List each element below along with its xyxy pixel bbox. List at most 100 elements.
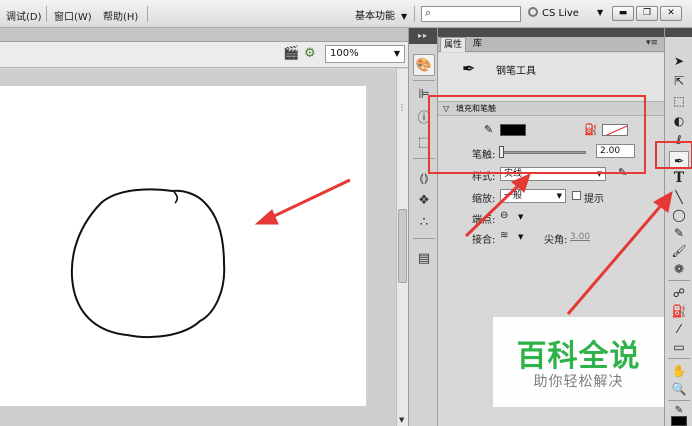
zoom-tool-icon[interactable]: 🔍 <box>669 380 689 398</box>
edit-scene-icon[interactable]: 🎬 <box>283 46 299 61</box>
menu-debug[interactable]: 调试(D) <box>6 8 42 23</box>
hand-tool-icon[interactable]: ✋ <box>669 362 689 380</box>
library-icon[interactable]: ▤ <box>413 248 435 270</box>
minimize-button[interactable]: ▬ <box>612 6 634 21</box>
menu-divider <box>46 6 47 22</box>
expand-panels-icon[interactable]: ▸▸ <box>409 28 437 44</box>
text-tool-icon[interactable]: T <box>669 169 689 187</box>
watermark-logo: 百科全说 助你轻松解决 <box>493 317 664 407</box>
search-icon: ⌕ <box>425 6 432 19</box>
collapse-triangle-icon: ▽ <box>443 104 450 113</box>
tool-name: 钢笔工具 <box>496 66 536 77</box>
scroll-down-arrow-icon[interactable]: ▼ <box>399 416 404 424</box>
stage-canvas[interactable] <box>0 86 366 406</box>
stroke-width-input[interactable]: 2.00 <box>596 144 635 158</box>
menu-divider <box>147 6 148 22</box>
scale-select[interactable]: 一般 ▼ <box>500 189 566 203</box>
paint-bucket-icon: ⛽ <box>584 123 598 136</box>
tools-divider <box>668 280 690 281</box>
motion-presets-icon[interactable]: ∴ <box>413 212 435 234</box>
stroke-color-chip[interactable] <box>671 416 687 426</box>
selection-tool-icon[interactable]: ➤ <box>669 52 689 70</box>
chevron-down-icon: ▼ <box>393 49 400 58</box>
cs-live-button[interactable]: CS Live <box>528 7 579 19</box>
eyedropper-tool-icon[interactable]: ⁄ <box>669 320 689 338</box>
section-title: 填充和笔触 <box>456 104 496 113</box>
deco-tool-icon[interactable]: ❁ <box>669 260 689 278</box>
stroke-color-swatch[interactable] <box>500 124 526 136</box>
watermark-subtitle: 助你轻松解决 <box>533 374 624 390</box>
subselection-tool-icon[interactable]: ⇱ <box>669 72 689 90</box>
chevron-down-icon[interactable]: ▼ <box>518 213 523 221</box>
zoom-select[interactable]: 100% ▼ <box>325 45 405 63</box>
pen-tool-icon: ✒ <box>462 59 476 78</box>
panel-menu-icon[interactable]: ▾≡ <box>646 38 658 48</box>
join-label: 接合: <box>472 235 496 246</box>
stroke-slider[interactable] <box>500 151 586 154</box>
close-button[interactable]: ✕ <box>660 6 682 21</box>
line-tool-icon[interactable]: ╲ <box>669 188 689 206</box>
window-controls: ▬ ❐ ✕ <box>612 6 682 22</box>
components-icon[interactable]: ❖ <box>413 190 435 212</box>
paint-bucket-tool-icon[interactable]: ⛽ <box>669 302 689 320</box>
hint-label: 提示 <box>584 194 604 205</box>
chevron-down-icon: ▼ <box>556 192 562 200</box>
hint-checkbox[interactable] <box>572 191 581 200</box>
code-snippets-icon[interactable]: ⦅⦆ <box>413 168 435 190</box>
menu-bar: 调试(D) 窗口(W) 帮助(H) 基本功能 ▼ ⌕ CS Live ▼ ▬ ❐ … <box>0 0 692 28</box>
menu-help[interactable]: 帮助(H) <box>103 8 138 23</box>
cs-live-label: CS Live <box>542 8 579 19</box>
free-transform-tool-icon[interactable]: ⬚ <box>669 92 689 110</box>
panel-drag-bar[interactable] <box>438 28 664 37</box>
eraser-tool-icon[interactable]: ▭ <box>669 338 689 356</box>
tab-properties[interactable]: 属性 <box>440 37 467 52</box>
3d-rotation-tool-icon[interactable]: ◐ <box>669 112 689 130</box>
bone-tool-icon[interactable]: ☍ <box>669 284 689 302</box>
restore-button[interactable]: ❐ <box>636 6 658 21</box>
pen-tool-icon[interactable]: ✒ <box>669 151 689 169</box>
splitter-grip-icon: ⋮ <box>398 103 406 112</box>
vertical-scrollbar[interactable]: ⋮ ▼ <box>396 69 408 426</box>
workspace-switcher[interactable]: 基本功能 ▼ <box>355 7 407 22</box>
cap-style-icon[interactable]: ⊖ <box>500 210 508 221</box>
tools-panel: ➤ ⇱ ⬚ ◐ ℓ ✒ T ╲ ◯ ✎ 🖌 ❁ ☍ ⛽ ⁄ ▭ ✋ 🔍 ✎ <box>664 28 692 426</box>
scale-value: 一般 <box>504 191 523 201</box>
workspace-label: 基本功能 <box>355 11 395 22</box>
edit-stroke-style-icon[interactable]: ✎ <box>618 166 627 179</box>
tab-library[interactable]: 库 <box>470 37 485 52</box>
panel-drag-bar[interactable] <box>665 28 692 37</box>
fill-color-swatch[interactable] <box>602 124 628 136</box>
transform-icon[interactable]: ⬚ <box>413 132 435 154</box>
chevron-down-icon[interactable]: ▼ <box>518 233 523 241</box>
scale-label: 缩放: <box>472 194 496 205</box>
miter-label: 尖角: <box>544 235 568 246</box>
tools-divider <box>668 400 690 401</box>
strip-divider <box>413 158 435 159</box>
scrollbar-thumb[interactable] <box>398 209 407 283</box>
align-icon[interactable]: ⊫ <box>413 84 435 106</box>
join-style-icon[interactable]: ≋ <box>500 230 508 241</box>
menu-window[interactable]: 窗口(W) <box>54 8 92 23</box>
brush-tool-icon[interactable]: 🖌 <box>669 242 689 260</box>
stroke-style-value: 实线 <box>504 169 523 179</box>
zoom-value: 100% <box>330 48 359 59</box>
collapsed-panel-strip: ▸▸ 🎨 ⊫ ⓘ ⬚ ⦅⦆ ❖ ∴ ▤ <box>408 28 438 426</box>
lasso-tool-icon[interactable]: ℓ <box>669 131 689 149</box>
miter-input[interactable]: 3.00 <box>570 232 590 242</box>
strip-divider <box>413 80 435 81</box>
color-icon[interactable]: 🎨 <box>413 54 435 76</box>
edit-bar: 🎬 ⚙ 100% ▼ <box>0 42 408 68</box>
stroke-style-select[interactable]: 实线 ▼ <box>500 167 606 181</box>
help-search-input[interactable]: ⌕ <box>421 6 521 22</box>
fill-stroke-section[interactable]: ▽ 填充和笔触 <box>438 101 664 116</box>
tools-divider <box>668 358 690 359</box>
pencil-tool-icon[interactable]: ✎ <box>669 224 689 242</box>
info-icon[interactable]: ⓘ <box>413 108 435 130</box>
rectangle-tool-icon[interactable]: ◯ <box>669 206 689 224</box>
stroke-slider-thumb[interactable] <box>499 146 504 158</box>
document-tab-bar <box>0 28 408 42</box>
drawn-circle-shape[interactable] <box>0 86 366 406</box>
edit-symbols-icon[interactable]: ⚙ <box>304 46 316 61</box>
chevron-down-icon[interactable]: ▼ <box>597 8 603 17</box>
cap-label: 端点: <box>472 215 496 226</box>
